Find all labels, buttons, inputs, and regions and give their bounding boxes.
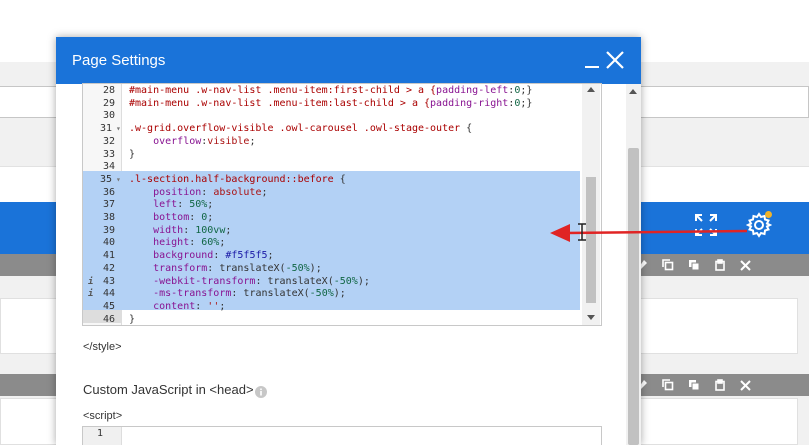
annotation-arrow <box>550 223 748 242</box>
